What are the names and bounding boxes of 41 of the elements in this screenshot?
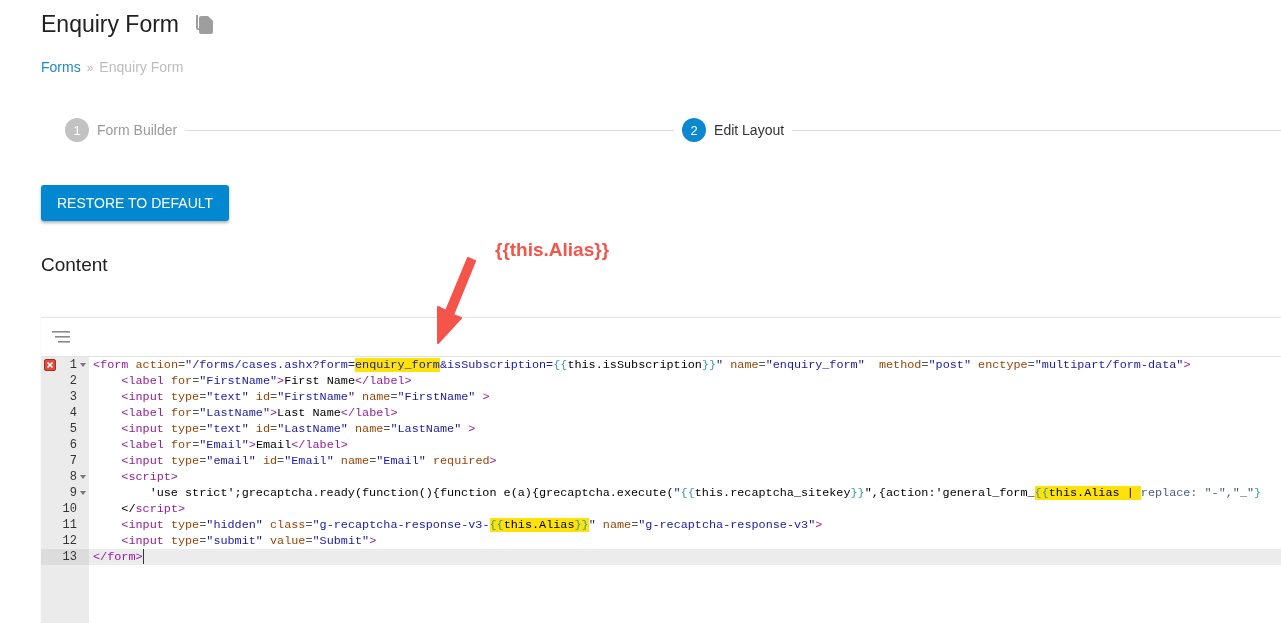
- annotation-text: {{this.Alias}}: [495, 239, 610, 261]
- code-line: </script>: [120, 501, 186, 517]
- code-line: <input type="submit" value="Submit">: [120, 533, 377, 549]
- code-line: <input type="text" id="FirstName" name="FirstName" >: [120, 389, 490, 405]
- fold-arrow-icon[interactable]: [80, 475, 86, 479]
- breadcrumb-link[interactable]: Forms: [41, 59, 81, 75]
- line-number: 12: [62, 534, 77, 548]
- line-number: 10: [62, 502, 77, 516]
- section-title: Content: [41, 253, 109, 277]
- step-number: 2: [682, 118, 707, 142]
- code-line: <input type="email" id="Email" name="Email" required>: [120, 453, 497, 469]
- fold-arrow-icon[interactable]: [80, 491, 86, 495]
- copy-icon[interactable]: [195, 12, 214, 34]
- code-line: </form>: [93, 549, 143, 565]
- page-title: Enquiry Form: [41, 10, 180, 39]
- line-number: 5: [69, 422, 77, 436]
- step-label[interactable]: Form Builder: [97, 122, 178, 138]
- code-line: <label for="LastName">Last Name</label>: [120, 405, 398, 421]
- line-number: 3: [69, 390, 77, 404]
- code-line: <script>: [120, 469, 178, 485]
- fold-arrow-icon[interactable]: [80, 363, 86, 367]
- code-line: <label for="Email">Email</label>: [120, 437, 348, 453]
- line-number: 7: [69, 454, 77, 468]
- breadcrumb-current: Enquiry Form: [99, 59, 184, 75]
- line-number: 1: [69, 358, 77, 372]
- step-label[interactable]: Edit Layout: [714, 122, 785, 138]
- line-number: 8: [69, 470, 77, 484]
- menu-icon[interactable]: [52, 331, 70, 343]
- restore-default-button[interactable]: RESTORE TO DEFAULT: [41, 185, 230, 221]
- code-line: <input type="text" id="LastName" name="LastName" >: [120, 421, 476, 437]
- line-number: 13: [62, 550, 77, 564]
- code-line: <label for="FirstName">First Name</label>: [120, 373, 412, 389]
- line-number: 2: [69, 374, 77, 388]
- line-number: 11: [62, 518, 77, 532]
- code-editor[interactable]: [41, 317, 1281, 623]
- breadcrumb-separator: »: [86, 61, 94, 75]
- code-line: <input type="hidden" class="g-recaptcha-response-v3-{{this.Alias}}" name="g-recaptcha-response-v3">: [120, 517, 823, 533]
- line-number: 4: [69, 406, 77, 420]
- line-number: 6: [69, 438, 77, 452]
- step-number: 1: [65, 118, 89, 142]
- line-number: 9: [69, 486, 77, 500]
